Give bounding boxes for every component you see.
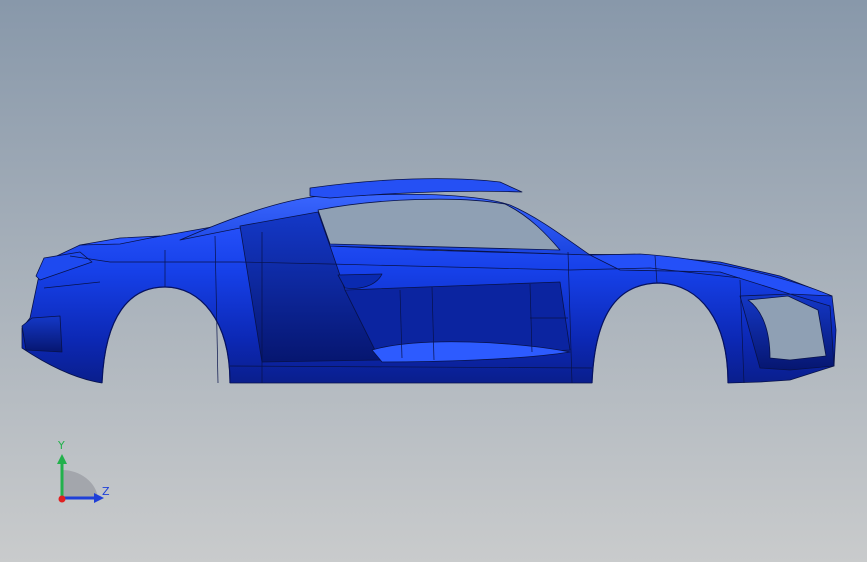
coordinate-triad[interactable]: Y Z	[40, 438, 120, 518]
triad-y-label: Y	[58, 439, 65, 452]
graphics-viewport[interactable]: Y Z	[0, 0, 867, 562]
model-canvas[interactable]	[0, 0, 867, 562]
triad-z-label: Z	[102, 485, 110, 498]
triad-icon	[57, 454, 104, 503]
rear-bumper	[21, 315, 63, 353]
